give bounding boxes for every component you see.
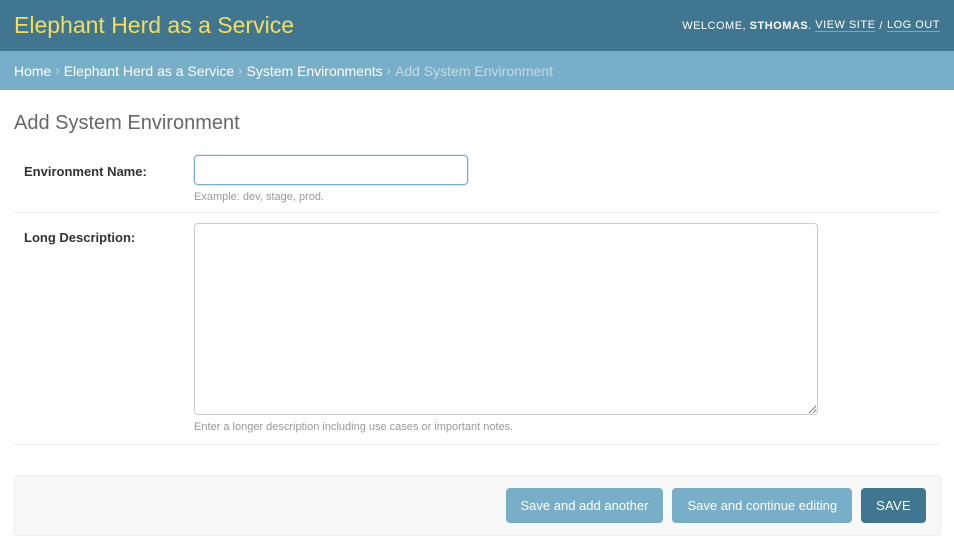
submit-row: Save and add another Save and continue e… — [14, 475, 941, 536]
long-description-label: Long Description: — [24, 230, 136, 245]
username: STHOMAS — [749, 19, 809, 32]
long-description-field-box: Enter a longer description including use… — [194, 223, 818, 444]
environment-name-input[interactable] — [194, 155, 468, 185]
site-header: Elephant Herd as a Service WELCOME, STHO… — [0, 0, 954, 51]
page-title: Add System Environment — [14, 112, 240, 134]
long-description-textarea[interactable] — [194, 223, 818, 415]
breadcrumb-app[interactable]: Elephant Herd as a Service — [64, 63, 234, 79]
breadcrumb-home[interactable]: Home — [14, 63, 51, 79]
welcome-text: WELCOME, — [682, 19, 747, 32]
breadcrumb-current: Add System Environment — [395, 62, 553, 79]
form-row-long-description: Long Description: Enter a longer descrip… — [14, 213, 941, 445]
save-and-add-another-button[interactable]: Save and add another — [505, 488, 664, 523]
breadcrumb: Home › Elephant Herd as a Service › Syst… — [0, 51, 954, 90]
save-button[interactable]: SAVE — [861, 488, 926, 523]
breadcrumb-model[interactable]: System Environments — [246, 63, 382, 79]
breadcrumb-separator: › — [386, 63, 391, 78]
save-and-continue-button[interactable]: Save and continue editing — [672, 488, 853, 523]
long-description-help: Enter a longer description including use… — [194, 421, 514, 433]
user-tools-separator: / — [879, 19, 883, 32]
environment-name-help: Example: dev, stage, prod. — [194, 191, 325, 203]
log-out-link[interactable]: LOG OUT — [886, 19, 940, 32]
breadcrumb-separator: › — [238, 63, 243, 78]
environment-name-field-box: Example: dev, stage, prod. — [194, 155, 468, 212]
environment-name-label: Environment Name: — [24, 164, 147, 179]
main-content: Add System Environment Environment Name:… — [0, 112, 954, 536]
username-suffix: . — [808, 19, 812, 32]
user-tools: WELCOME, STHOMAS. VIEW SITE / LOG OUT — [682, 19, 940, 32]
form-row-environment-name: Environment Name: Example: dev, stage, p… — [14, 155, 941, 213]
view-site-link[interactable]: VIEW SITE — [815, 19, 876, 32]
breadcrumb-separator: › — [55, 63, 60, 78]
site-title[interactable]: Elephant Herd as a Service — [14, 12, 294, 39]
